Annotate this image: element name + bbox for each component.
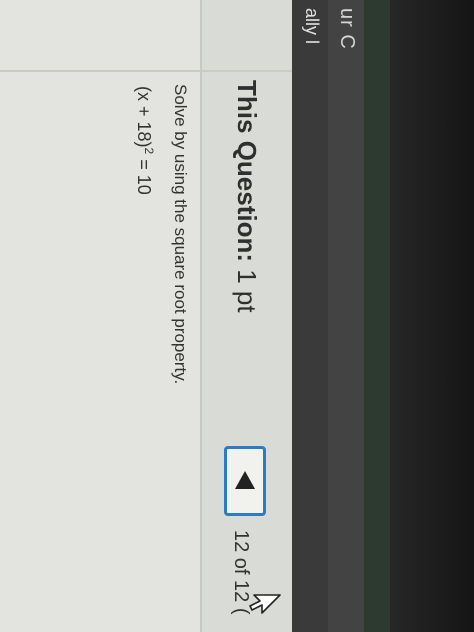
header-divider <box>202 70 292 72</box>
sidebar-panel-2: ally l <box>292 0 328 632</box>
left-triangle-icon <box>235 471 255 489</box>
question-points: 1 pt <box>232 269 262 313</box>
screen: ur C ally l This Question: 1 pt 12 of 12… <box>0 0 474 632</box>
sidebar-text-bottom[interactable]: ally l <box>301 8 322 44</box>
question-body: Solve by using the square root property.… <box>0 0 200 632</box>
equation-left: (x + 18) <box>134 86 154 148</box>
equation: (x + 18)2 = 10 <box>133 86 156 195</box>
top-bar-strip <box>364 0 390 632</box>
mouse-pointer-icon <box>249 594 281 614</box>
equation-right: = 10 <box>134 154 154 195</box>
sidebar-panel: ur C <box>328 0 364 632</box>
body-divider <box>0 70 200 72</box>
question-title: This Question: 1 pt <box>231 80 262 313</box>
question-title-label: This Question: <box>232 80 262 262</box>
sidebar-text-top[interactable]: ur C <box>335 8 358 50</box>
previous-question-button[interactable] <box>224 446 266 516</box>
question-prompt: Solve by using the square root property. <box>171 84 190 385</box>
question-header: This Question: 1 pt 12 of 12 ( <box>200 0 292 632</box>
